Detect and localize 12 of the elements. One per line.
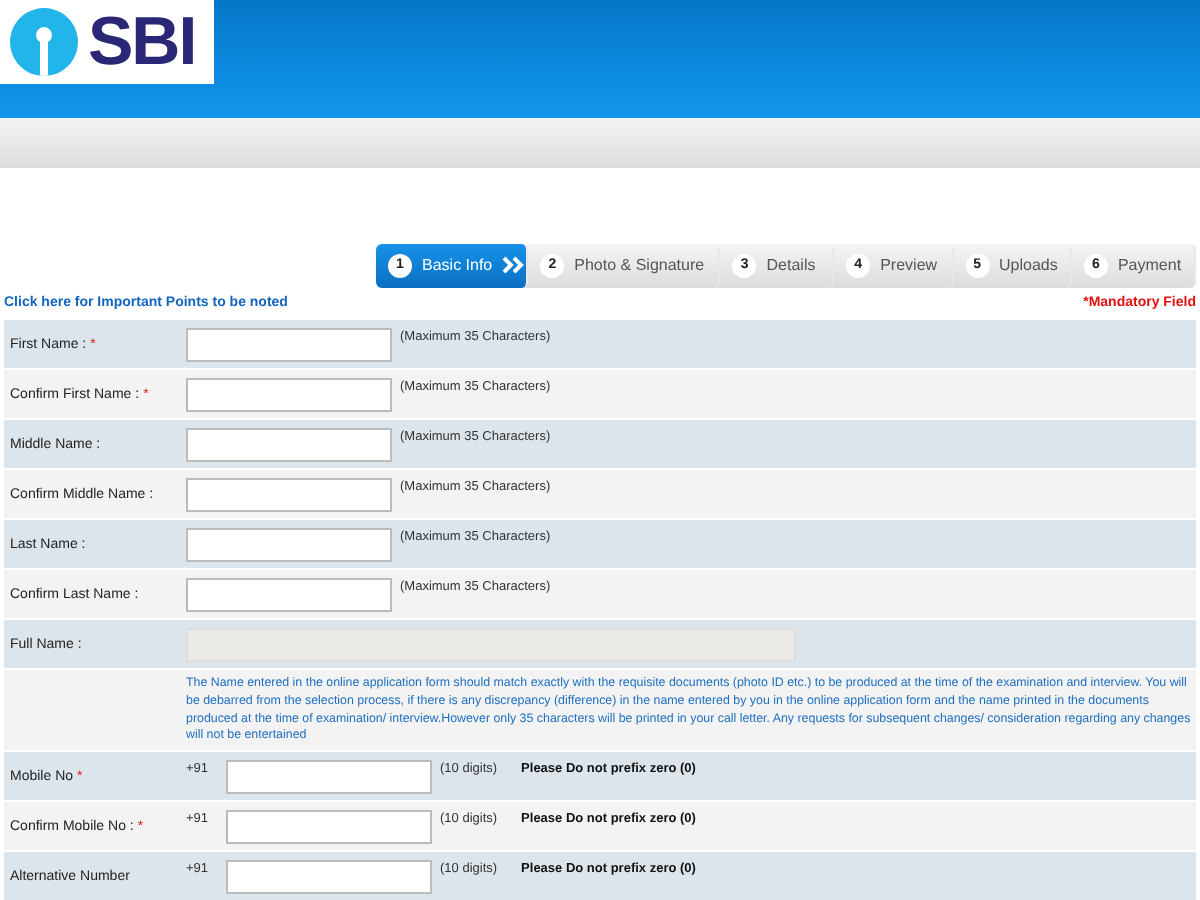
chevrons-icon [502, 256, 527, 275]
text-field[interactable] [186, 328, 392, 363]
logo-icon [8, 6, 80, 78]
text-field[interactable] [186, 578, 392, 613]
phone-field[interactable] [226, 810, 432, 844]
phone-field[interactable] [226, 860, 432, 894]
logo-text: SBI [88, 8, 196, 76]
phone-field[interactable] [226, 760, 432, 794]
text-field[interactable] [186, 478, 392, 513]
text-field[interactable] [186, 528, 392, 563]
text-field[interactable] [186, 428, 392, 463]
text-field[interactable] [186, 378, 392, 413]
